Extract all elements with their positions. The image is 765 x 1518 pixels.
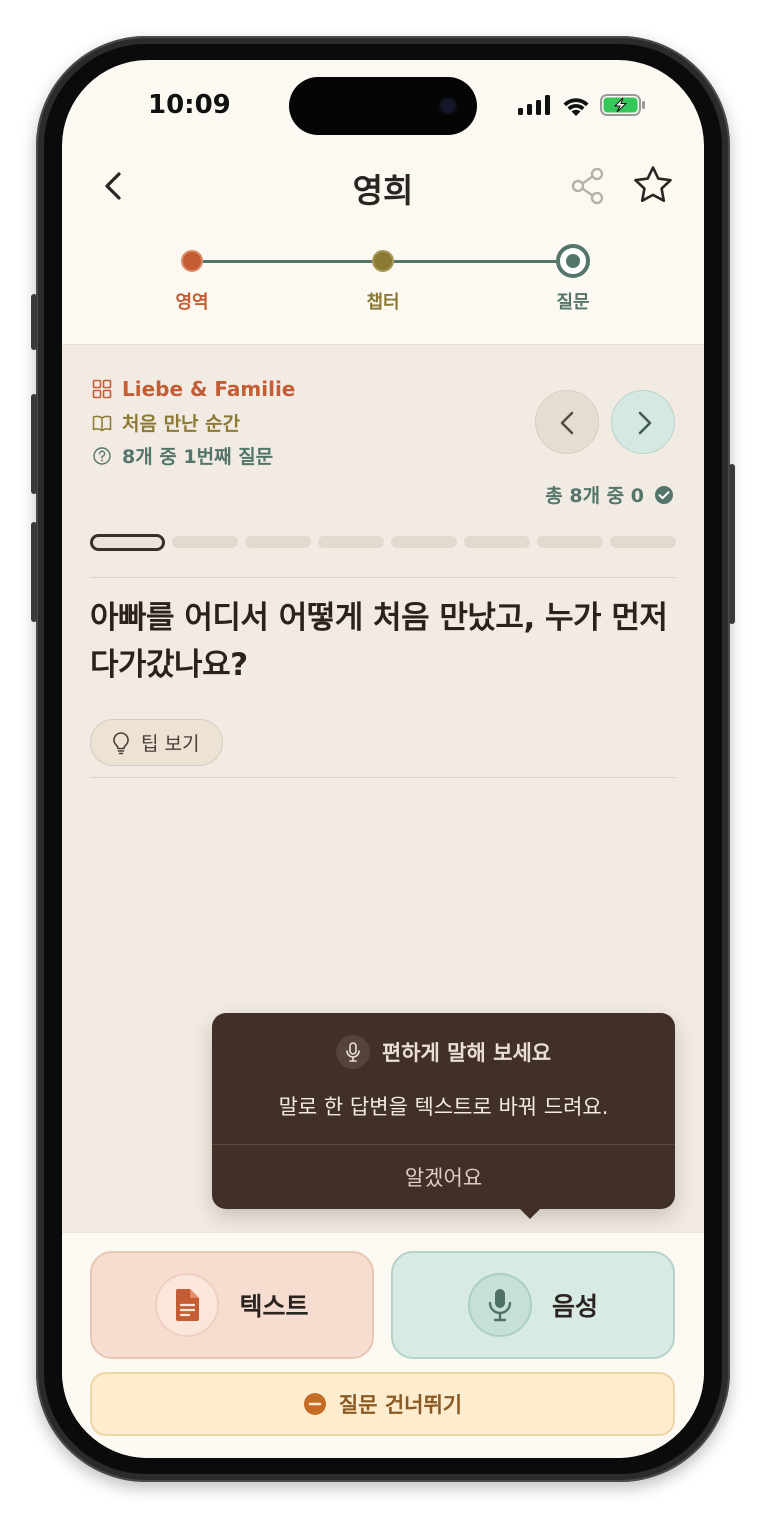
step-label-question: 질문 bbox=[556, 292, 590, 313]
header: 영희 bbox=[62, 150, 704, 225]
progress-segment bbox=[464, 536, 531, 548]
tooltip-ok-button[interactable]: 알겠어요 bbox=[212, 1145, 675, 1209]
signal-icon bbox=[518, 95, 550, 115]
divider-bottom bbox=[90, 777, 676, 778]
share-button[interactable] bbox=[570, 166, 606, 206]
skip-question-label: 질문 건너뛰기 bbox=[338, 1393, 463, 1417]
step-label-chapter: 챕터 bbox=[366, 292, 400, 313]
stepper: 영역 챕터 질문 bbox=[62, 240, 704, 330]
divider-top bbox=[90, 577, 676, 578]
power-button bbox=[729, 464, 735, 624]
tooltip-title-text: 편하게 말해 보세요 bbox=[381, 1041, 552, 1065]
chevron-right-icon bbox=[638, 411, 652, 435]
meta-chapter-label: 처음 만난 순간 bbox=[122, 413, 241, 435]
page-title: 영희 bbox=[352, 171, 414, 210]
minus-circle-icon bbox=[303, 1393, 326, 1415]
tooltip-arrow bbox=[518, 1207, 542, 1219]
status-icons bbox=[518, 94, 646, 116]
step-label-area: 영역 bbox=[175, 292, 209, 313]
chevron-left-icon bbox=[560, 411, 574, 435]
progress-segment bbox=[318, 536, 385, 548]
microphone-icon bbox=[346, 1042, 360, 1062]
status-time: 10:09 bbox=[148, 90, 231, 120]
progress-segment bbox=[537, 536, 604, 548]
document-icon bbox=[176, 1289, 200, 1321]
progress-segment bbox=[610, 536, 677, 548]
action-button bbox=[31, 294, 37, 350]
grid-icon bbox=[92, 379, 112, 399]
step-dot-question bbox=[556, 244, 590, 278]
voice-answer-button[interactable]: 음성 bbox=[391, 1251, 675, 1359]
battery-icon bbox=[600, 94, 645, 116]
step-dot-chapter bbox=[372, 250, 394, 272]
prev-question-button[interactable] bbox=[535, 390, 599, 454]
wifi-icon bbox=[563, 97, 589, 116]
screen: 10:09 영희 영역 챕터 질문 Liebe & Familie 처음 만난 … bbox=[62, 60, 704, 1458]
question-circle-icon bbox=[93, 446, 111, 465]
progress-segment bbox=[172, 536, 239, 548]
tip-button-label: 팁 보기 bbox=[141, 733, 200, 755]
tooltip-title: 편하게 말해 보세요 bbox=[212, 1035, 675, 1069]
camera-icon bbox=[439, 97, 457, 115]
voice-answer-label: 음성 bbox=[551, 1292, 598, 1321]
tooltip-mic-badge bbox=[335, 1035, 370, 1069]
skip-question-button[interactable]: 질문 건너뛰기 bbox=[90, 1372, 675, 1436]
dynamic-island bbox=[289, 77, 477, 135]
step-dot-area bbox=[181, 250, 203, 272]
meta-chapter: 처음 만난 순간 bbox=[92, 409, 240, 436]
favorite-button[interactable] bbox=[632, 164, 674, 206]
meta-area-label: Liebe & Familie bbox=[122, 377, 296, 401]
volume-down-button bbox=[31, 522, 37, 622]
step-dot-question-inner bbox=[566, 254, 580, 268]
meta-area: Liebe & Familie bbox=[92, 377, 295, 401]
share-icon bbox=[571, 167, 604, 205]
answer-action-bar: 텍스트 음성 질문 건너뛰기 bbox=[62, 1232, 704, 1458]
voice-icon-badge bbox=[467, 1273, 532, 1337]
tip-button[interactable]: 팁 보기 bbox=[90, 719, 223, 766]
voice-hint-tooltip: 편하게 말해 보세요 말로 한 답변을 텍스트로 바꿔 드려요. 알겠어요 bbox=[212, 1013, 675, 1219]
tooltip-body: 말로 한 답변을 텍스트로 바꿔 드려요. bbox=[278, 1095, 609, 1119]
question-text: 아빠를 어디서 어떻게 처음 만났고, 누가 먼저 다가갔나요? bbox=[90, 600, 668, 683]
volume-up-button bbox=[31, 394, 37, 494]
star-icon bbox=[634, 166, 672, 202]
progress-segment bbox=[245, 536, 312, 548]
microphone-icon bbox=[488, 1289, 512, 1322]
book-icon bbox=[92, 415, 112, 431]
progress-segment-current bbox=[90, 533, 166, 551]
answered-count-label: 총 8개 중 0 bbox=[545, 485, 644, 507]
meta-position-label: 8개 중 1번째 질문 bbox=[122, 446, 274, 468]
answered-count: 총 8개 중 0 bbox=[545, 481, 674, 508]
meta-position: 8개 중 1번째 질문 bbox=[92, 442, 273, 469]
question-progress-bar bbox=[90, 533, 677, 551]
next-question-button[interactable] bbox=[611, 390, 675, 454]
text-answer-button[interactable]: 텍스트 bbox=[90, 1251, 374, 1359]
text-answer-label: 텍스트 bbox=[239, 1292, 309, 1321]
text-icon-badge bbox=[155, 1273, 220, 1337]
progress-segment bbox=[391, 536, 458, 548]
check-circle-icon bbox=[655, 485, 673, 504]
lightbulb-icon bbox=[113, 731, 129, 754]
